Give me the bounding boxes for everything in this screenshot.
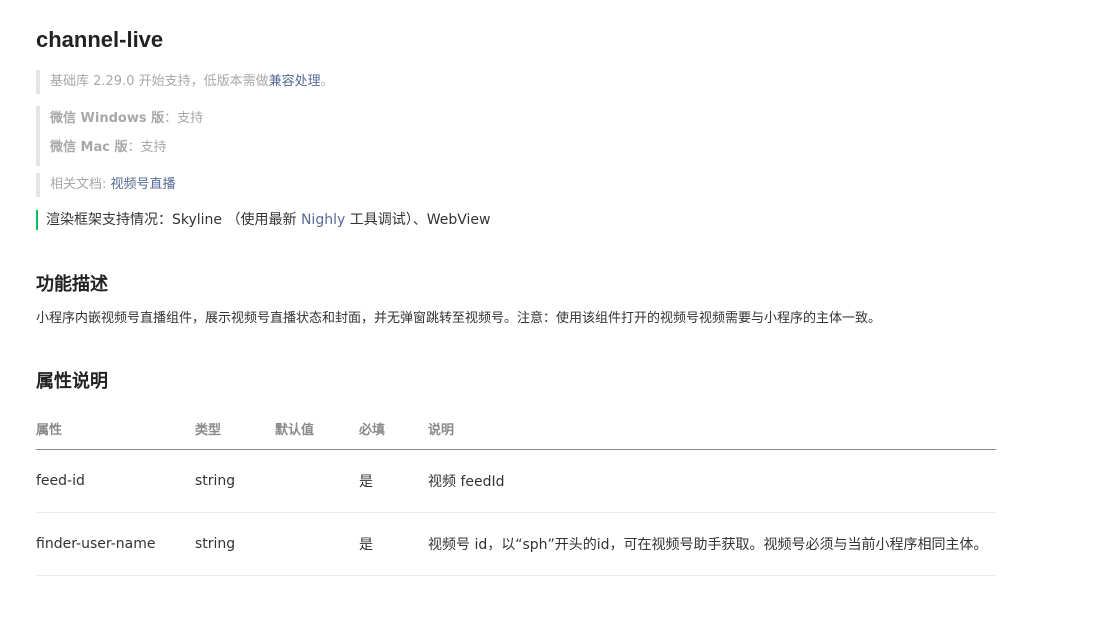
header-type: 类型 [195,407,275,450]
header-default: 默认值 [275,407,359,450]
render-suffix: 工具调试）、WebView [345,212,491,228]
mac-support: 微信 Mac 版：支持 [50,135,203,164]
version-note-suffix: 。 [320,74,334,89]
cell-default [275,449,359,513]
mac-value: ：支持 [127,140,167,155]
description-text: 小程序内嵌视频号直播组件，展示视频号直播状态和封面，并无弹窗跳转至视频号。注意：… [36,311,882,326]
render-framework-note: 渲染框架支持情况：Skyline （使用最新 Nighly 工具调试）、WebV… [36,210,490,230]
cell-default [275,512,359,576]
windows-label: 微信 Windows 版 [50,111,165,126]
version-note: 基础库 2.29.0 开始支持，低版本需做兼容处理。 [36,70,334,94]
attributes-table: 属性 类型 默认值 必填 说明 feed-id string 是 视频 feed… [36,407,996,576]
related-docs-link[interactable]: 视频号直播 [111,177,176,192]
nighly-link[interactable]: Nighly [301,212,345,228]
description-heading: 功能描述 [36,274,108,295]
table-header-row: 属性 类型 默认值 必填 说明 [36,407,996,450]
cell-description: 视频 feedId [428,449,996,513]
header-description: 说明 [428,407,996,450]
compat-link[interactable]: 兼容处理 [269,74,321,89]
version-note-text: 基础库 2.29.0 开始支持，低版本需做 [50,74,269,89]
related-docs-label: 相关文档: [50,177,111,192]
page-title: channel-live [36,27,164,52]
cell-required: 是 [359,512,428,576]
table-row: feed-id string 是 视频 feedId [36,449,996,513]
windows-value: ：支持 [164,111,204,126]
header-attribute: 属性 [36,407,195,450]
cell-attribute: feed-id [36,449,195,513]
attributes-heading: 属性说明 [36,371,108,392]
cell-type: string [195,512,275,576]
render-prefix: 渲染框架支持情况：Skyline （使用最新 [46,212,301,228]
table-row: finder-user-name string 是 视频号 id，以“sph”开… [36,512,996,576]
mac-label: 微信 Mac 版 [50,140,128,155]
header-required: 必填 [359,407,428,450]
platform-support-note: 微信 Windows 版：支持 微信 Mac 版：支持 [36,106,203,166]
cell-type: string [195,449,275,513]
cell-description: 视频号 id，以“sph”开头的id，可在视频号助手获取。视频号必须与当前小程序… [428,512,996,576]
cell-required: 是 [359,449,428,513]
related-docs-note: 相关文档: 视频号直播 [36,173,176,197]
windows-support: 微信 Windows 版：支持 [50,106,203,135]
cell-attribute: finder-user-name [36,512,195,576]
